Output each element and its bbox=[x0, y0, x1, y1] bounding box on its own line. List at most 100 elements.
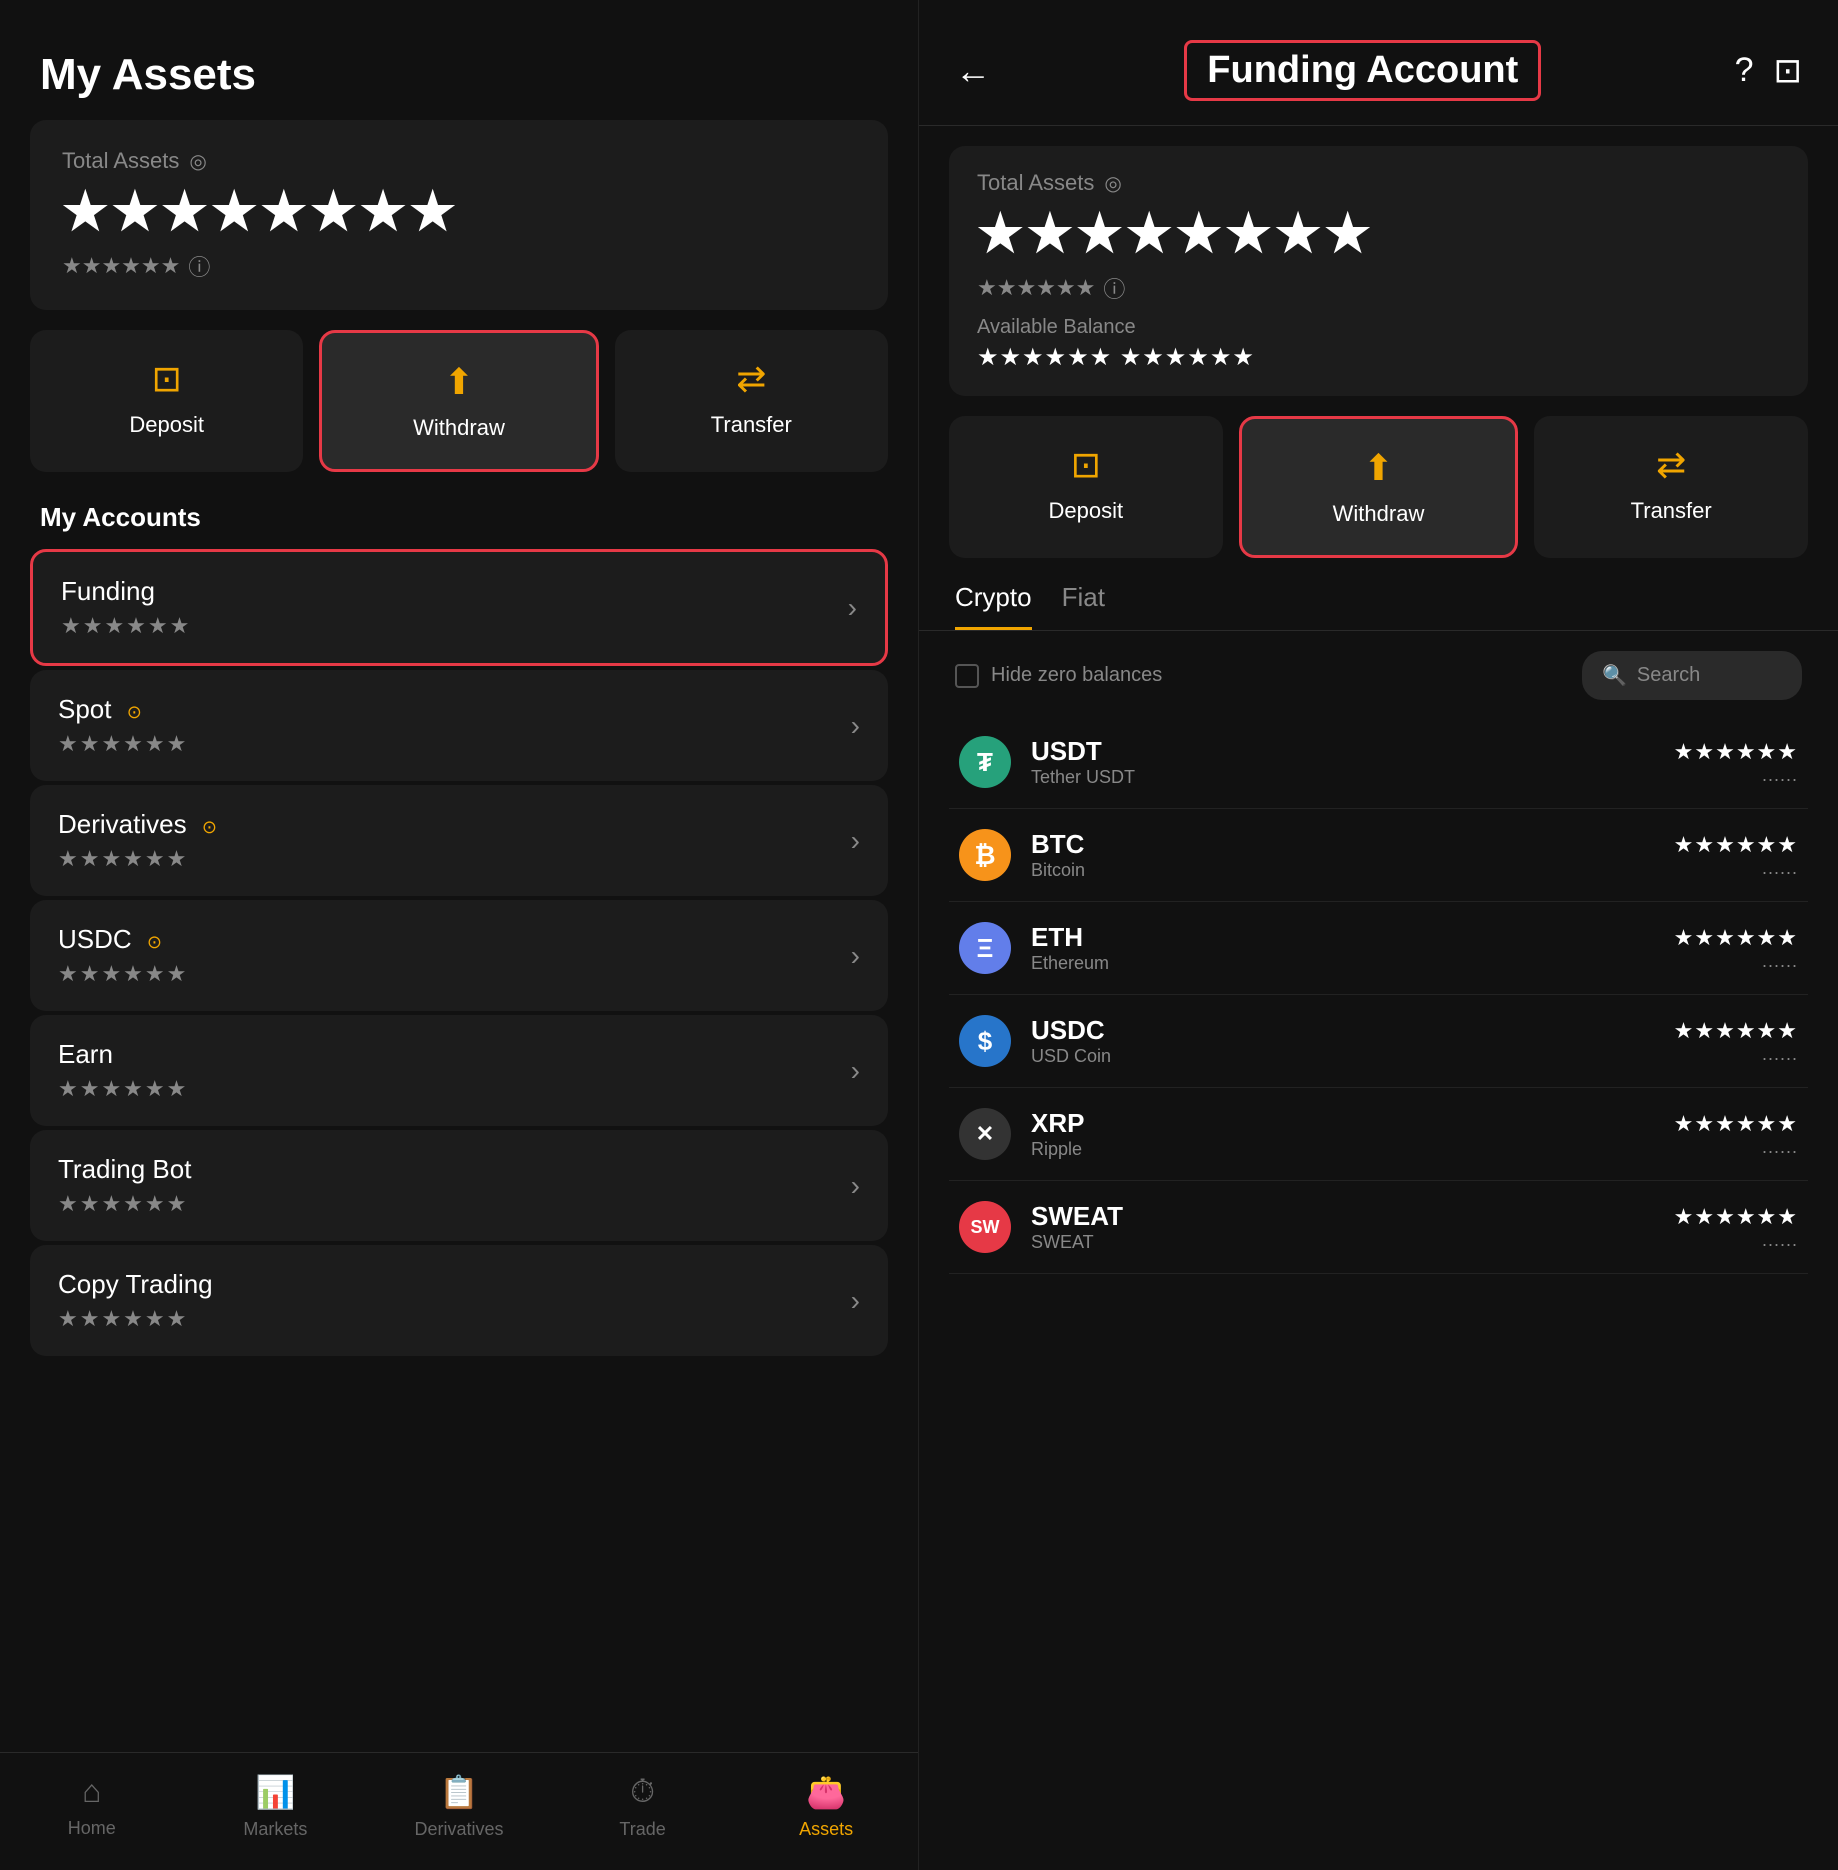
left-action-buttons: ⊡ Deposit ⬆ Withdraw ⇄ Transfer bbox=[30, 330, 888, 472]
eth-amount: ★★★★★★ bbox=[1674, 925, 1798, 951]
tab-fiat[interactable]: Fiat bbox=[1062, 582, 1105, 630]
nav-markets[interactable]: 📊 Markets bbox=[184, 1773, 368, 1840]
search-box[interactable]: 🔍 Search bbox=[1582, 651, 1802, 700]
nav-home[interactable]: ⌂ Home bbox=[0, 1773, 184, 1840]
page-title: My Assets bbox=[40, 50, 878, 100]
sweat-sub: ...... bbox=[1674, 1230, 1798, 1251]
hide-zero-row: Hide zero balances bbox=[955, 664, 1162, 688]
crypto-item-usdt[interactable]: ₮ USDT Tether USDT ★★★★★★ ...... bbox=[949, 716, 1808, 809]
eth-sub: ...... bbox=[1674, 951, 1798, 972]
total-assets-sub: ★★★★★★ ⓘ bbox=[62, 250, 856, 282]
sweat-amount: ★★★★★★ bbox=[1674, 1204, 1798, 1230]
withdraw-button[interactable]: ⬆ Withdraw bbox=[319, 330, 598, 472]
account-item-trading-bot[interactable]: Trading Bot ★★★★★★ › bbox=[30, 1130, 888, 1241]
tabs-row: Crypto Fiat bbox=[919, 582, 1838, 631]
withdraw-icon: ⬆ bbox=[444, 361, 474, 403]
crypto-list: ₮ USDT Tether USDT ★★★★★★ ...... ₿ BTC B… bbox=[919, 716, 1838, 1870]
btc-symbol: BTC bbox=[1031, 829, 1674, 860]
account-val-funding: ★★★★★★ bbox=[61, 613, 191, 639]
available-balance-label: Available Balance bbox=[977, 316, 1780, 339]
account-name-funding: Funding bbox=[61, 576, 191, 607]
back-button[interactable]: ← bbox=[955, 50, 991, 92]
nav-derivatives[interactable]: 📋 Derivatives bbox=[367, 1773, 551, 1840]
tab-crypto[interactable]: Crypto bbox=[955, 582, 1032, 630]
right-withdraw-icon: ⬆ bbox=[1363, 447, 1393, 489]
account-item-funding[interactable]: Funding ★★★★★★ › bbox=[30, 549, 888, 666]
crypto-item-sweat[interactable]: SW SWEAT SWEAT ★★★★★★ ...... bbox=[949, 1181, 1808, 1274]
xrp-name: Ripple bbox=[1031, 1139, 1674, 1160]
crypto-item-eth[interactable]: Ξ ETH Ethereum ★★★★★★ ...... bbox=[949, 902, 1808, 995]
right-info-icon: ⓘ bbox=[1103, 272, 1125, 304]
header-icons: ? ⊡ bbox=[1735, 51, 1802, 91]
account-item-usdc[interactable]: USDC ⊙ ★★★★★★ › bbox=[30, 900, 888, 1011]
search-icon: 🔍 bbox=[1602, 663, 1627, 688]
account-item-derivatives[interactable]: Derivatives ⊙ ★★★★★★ › bbox=[30, 785, 888, 896]
btc-amount: ★★★★★★ bbox=[1674, 832, 1798, 858]
usdc-symbol: USDC bbox=[1031, 1015, 1674, 1046]
sweat-symbol: SWEAT bbox=[1031, 1201, 1674, 1232]
accounts-list: Funding ★★★★★★ › Spot ⊙ ★★★★★★ › Derivat… bbox=[0, 549, 918, 1752]
eth-name: Ethereum bbox=[1031, 953, 1674, 974]
crypto-item-btc[interactable]: ₿ BTC Bitcoin ★★★★★★ ...... bbox=[949, 809, 1808, 902]
help-icon: ? bbox=[1735, 51, 1754, 89]
assets-icon: 👛 bbox=[806, 1773, 846, 1811]
hide-zero-label: Hide zero balances bbox=[991, 664, 1162, 687]
account-item-earn[interactable]: Earn ★★★★★★ › bbox=[30, 1015, 888, 1126]
deposit-icon: ⊡ bbox=[152, 358, 182, 400]
home-icon: ⌂ bbox=[82, 1773, 101, 1810]
nav-assets[interactable]: 👛 Assets bbox=[734, 1773, 918, 1840]
right-hide-balance-icon[interactable]: ◎ bbox=[1104, 171, 1121, 196]
xrp-sub: ...... bbox=[1674, 1137, 1798, 1158]
total-assets-value: ★★★★★★★★ bbox=[62, 182, 856, 242]
filter-row: Hide zero balances 🔍 Search bbox=[919, 651, 1838, 700]
help-button[interactable]: ? bbox=[1735, 51, 1754, 91]
spot-icon: ⊙ bbox=[127, 702, 142, 722]
right-withdraw-button[interactable]: ⬆ Withdraw bbox=[1239, 416, 1519, 558]
usdc-logo: $ bbox=[959, 1015, 1011, 1067]
trade-icon: ⏱ bbox=[630, 1773, 655, 1811]
nav-trade[interactable]: ⏱ Trade bbox=[551, 1773, 735, 1840]
chevron-icon: › bbox=[851, 1285, 860, 1317]
right-panel: ← Funding Account ? ⊡ Total Assets ◎ ★★★… bbox=[919, 0, 1838, 1870]
usdt-name: Tether USDT bbox=[1031, 767, 1674, 788]
account-item-copy-trading[interactable]: Copy Trading ★★★★★★ › bbox=[30, 1245, 888, 1356]
crypto-item-usdc[interactable]: $ USDC USD Coin ★★★★★★ ...... bbox=[949, 995, 1808, 1088]
right-total-assets-sub: ★★★★★★ ⓘ bbox=[977, 272, 1780, 304]
usdt-logo: ₮ bbox=[959, 736, 1011, 788]
scan-button[interactable]: ⊡ bbox=[1774, 51, 1803, 91]
right-deposit-button[interactable]: ⊡ Deposit bbox=[949, 416, 1223, 558]
usdc-name: USD Coin bbox=[1031, 1046, 1674, 1067]
chevron-icon: › bbox=[851, 1055, 860, 1087]
chevron-icon: › bbox=[851, 940, 860, 972]
hide-zero-checkbox[interactable] bbox=[955, 664, 979, 688]
left-header: My Assets bbox=[0, 0, 918, 120]
eth-symbol: ETH bbox=[1031, 922, 1674, 953]
chevron-icon: › bbox=[851, 1170, 860, 1202]
deposit-button[interactable]: ⊡ Deposit bbox=[30, 330, 303, 472]
eth-logo: Ξ bbox=[959, 922, 1011, 974]
btc-name: Bitcoin bbox=[1031, 860, 1674, 881]
info-icon: ⓘ bbox=[188, 250, 210, 282]
right-transfer-button[interactable]: ⇄ Transfer bbox=[1534, 416, 1808, 558]
usdc-sub: ...... bbox=[1674, 1044, 1798, 1065]
right-total-assets-label: Total Assets ◎ bbox=[977, 170, 1780, 196]
markets-icon: 📊 bbox=[255, 1773, 295, 1811]
chevron-icon: › bbox=[851, 710, 860, 742]
hide-balance-icon[interactable]: ◎ bbox=[189, 149, 206, 174]
xrp-logo: ✕ bbox=[959, 1108, 1011, 1160]
xrp-amount: ★★★★★★ bbox=[1674, 1111, 1798, 1137]
crypto-item-xrp[interactable]: ✕ XRP Ripple ★★★★★★ ...... bbox=[949, 1088, 1808, 1181]
left-assets-section: Total Assets ◎ ★★★★★★★★ ★★★★★★ ⓘ bbox=[30, 120, 888, 310]
right-transfer-icon: ⇄ bbox=[1656, 444, 1686, 486]
scan-icon: ⊡ bbox=[1774, 52, 1803, 90]
usdt-symbol: USDT bbox=[1031, 736, 1674, 767]
right-header: ← Funding Account ? ⊡ bbox=[919, 0, 1838, 126]
left-panel: My Assets Total Assets ◎ ★★★★★★★★ ★★★★★★… bbox=[0, 0, 919, 1870]
transfer-button[interactable]: ⇄ Transfer bbox=[615, 330, 888, 472]
search-placeholder: Search bbox=[1637, 664, 1700, 687]
right-assets-section: Total Assets ◎ ★★★★★★★★ ★★★★★★ ⓘ Availab… bbox=[949, 146, 1808, 396]
usdt-amount: ★★★★★★ bbox=[1674, 739, 1798, 765]
account-item-spot[interactable]: Spot ⊙ ★★★★★★ › bbox=[30, 670, 888, 781]
chevron-icon: › bbox=[851, 825, 860, 857]
usdc-icon: ⊙ bbox=[147, 932, 162, 952]
